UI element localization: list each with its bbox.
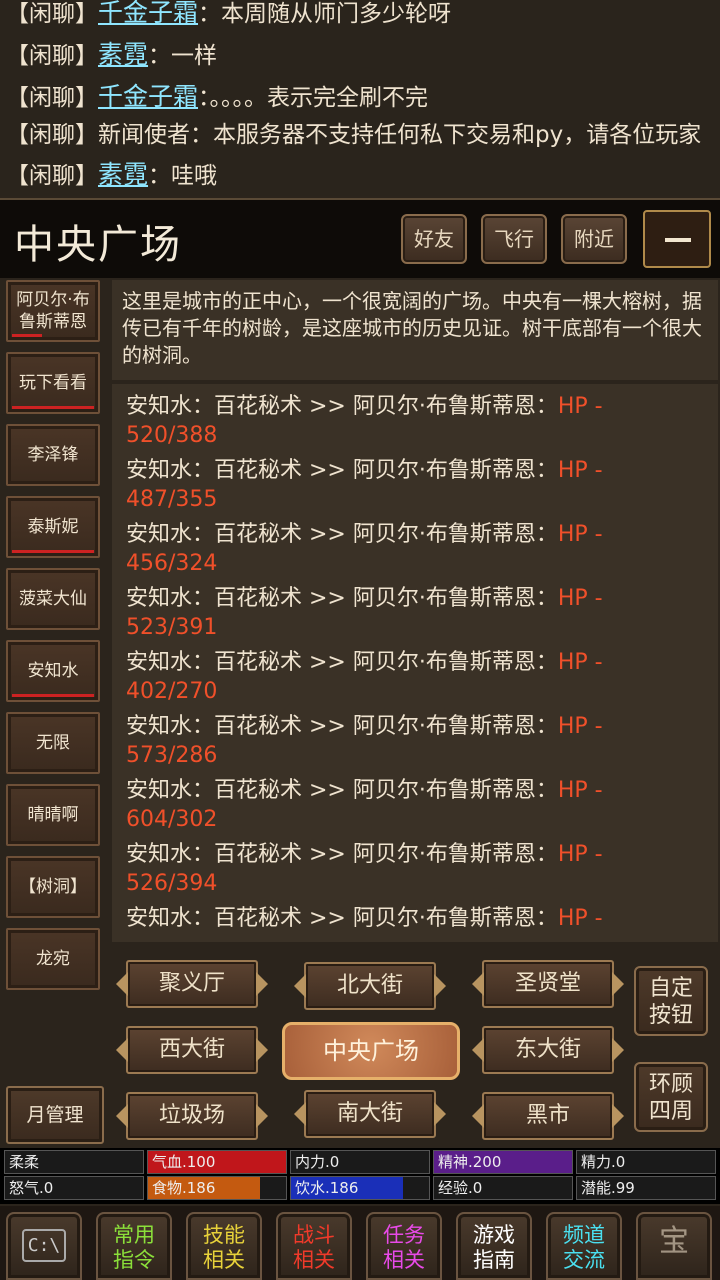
menu-button[interactable]	[643, 210, 711, 268]
stat-jingshen: 精神.200	[433, 1150, 573, 1174]
navigation-map: 聚义厅 北大街 圣贤堂 西大街 中央广场 东大街 垃圾场 南大街 黑市 自定 按钮…	[106, 950, 720, 1146]
player-item[interactable]: 菠菜大仙	[6, 568, 100, 630]
stat-shiwu: 食物.186	[147, 1176, 287, 1200]
nav-shengxiantang[interactable]: 圣贤堂	[482, 960, 614, 1008]
stat-jingli: 精力.0	[576, 1150, 716, 1174]
chat-nickname[interactable]: 素霓	[98, 160, 148, 189]
quests-button[interactable]: 任务 相关	[366, 1212, 442, 1280]
chat-nickname[interactable]: 千金子霜	[98, 0, 198, 27]
nav-south-street[interactable]: 南大街	[304, 1090, 436, 1138]
friends-button[interactable]: 好友	[401, 214, 467, 264]
fly-button[interactable]: 飞行	[481, 214, 547, 264]
hamburger-icon	[665, 238, 691, 242]
look-around-button[interactable]: 环顾 四周	[634, 1062, 708, 1132]
chat-separator: ：	[148, 163, 172, 189]
chat-channel: 【闲聊】	[6, 1, 98, 27]
channels-button[interactable]: 频道 交流	[546, 1212, 622, 1280]
player-hp-bar	[12, 550, 94, 553]
chat-message: 本周随从师门多少轮呀	[221, 1, 452, 27]
log-entry: 安知水：百花秘术 >> 阿贝尔·布鲁斯蒂恩：HP -	[126, 906, 603, 931]
room-title: 中央广场	[14, 222, 182, 268]
stat-neili: 内力.0	[290, 1150, 430, 1174]
chat-channel: 【闲聊】	[6, 43, 98, 69]
chat-channel: 【闲聊】	[6, 163, 98, 189]
stat-qianneng: 潜能.99	[576, 1176, 716, 1200]
player-hp-bar	[12, 334, 42, 337]
room-title-bar: 中央广场 好友 飞行 附近	[0, 198, 720, 278]
chat-separator: ：	[198, 1, 222, 27]
stat-qixue: 气血.100	[147, 1150, 287, 1174]
treasure-icon: 宝	[659, 1224, 689, 1259]
log-entry: 安知水：百花秘术 >> 阿贝尔·布鲁斯蒂恩：HP -523/391	[126, 586, 603, 640]
stat-jingyan: 经验.0	[433, 1176, 573, 1200]
player-item[interactable]: 玩下看看	[6, 352, 100, 414]
terminal-icon: C:\	[21, 1229, 67, 1262]
log-entry: 安知水：百花秘术 >> 阿贝尔·布鲁斯蒂恩：HP -456/324	[126, 522, 603, 576]
stat-yinshui: 饮水.186	[290, 1176, 430, 1200]
player-item[interactable]: 无限	[6, 712, 100, 774]
status-panel: 柔柔 气血.100 内力.0 精神.200 精力.0 怒气.0 食物.186 饮…	[0, 1148, 720, 1204]
chat-line: 【闲聊】千金子霜：。。。。表示完全刷不完	[6, 78, 428, 116]
nav-west-street[interactable]: 西大街	[126, 1026, 258, 1074]
stat-nuqi: 怒气.0	[4, 1176, 144, 1200]
nav-central-square[interactable]: 中央广场	[282, 1022, 460, 1080]
chat-line: 【闲聊】千金子霜：本周随从师门多少轮呀	[6, 0, 451, 32]
chat-message: 哇哦	[171, 163, 218, 189]
chat-line: 【闲聊】素霓：哇哦	[6, 156, 217, 194]
game-guide-button[interactable]: 游戏 指南	[456, 1212, 532, 1280]
custom-button[interactable]: 自定 按钮	[634, 966, 708, 1036]
log-entry: 安知水：百花秘术 >> 阿贝尔·布鲁斯蒂恩：HP -604/302	[126, 778, 603, 832]
chat-line: 【闲聊】新闻使者：本服务器不支持任何私下交易和py，请各位玩家	[6, 116, 701, 154]
log-entry: 安知水：百花秘术 >> 阿贝尔·布鲁斯蒂恩：HP -520/388	[126, 394, 603, 448]
chat-line: 【闲聊】素霓：一样	[6, 36, 217, 74]
player-item[interactable]: 安知水	[6, 640, 100, 702]
player-hp-bar	[12, 406, 94, 409]
player-item[interactable]: 泰斯妮	[6, 496, 100, 558]
nav-east-street[interactable]: 东大街	[482, 1026, 614, 1074]
player-item[interactable]: 龙宛	[6, 928, 100, 990]
nav-black-market[interactable]: 黑市	[482, 1092, 614, 1140]
nav-garbage-dump[interactable]: 垃圾场	[126, 1092, 258, 1140]
room-description-text: 这里是城市的正中心，一个很宽阔的广场。中央有一棵大榕树，据传已有千年的树龄，是这…	[122, 289, 702, 367]
player-item[interactable]: 阿贝尔·布鲁斯蒂恩	[6, 280, 100, 342]
chat-nickname[interactable]: 素霓	[98, 40, 148, 69]
room-description: 这里是城市的正中心，一个很宽阔的广场。中央有一棵大榕树，据传已有千年的树龄，是这…	[112, 280, 718, 380]
bottom-toolbar: C:\ 常用 指令 技能 相关 战斗 相关 任务 相关 游戏 指南 频道 交流 宝	[0, 1206, 720, 1280]
battle-button[interactable]: 战斗 相关	[276, 1212, 352, 1280]
player-item[interactable]: 【树洞】	[6, 856, 100, 918]
log-entry: 安知水：百花秘术 >> 阿贝尔·布鲁斯蒂恩：HP -573/286	[126, 714, 603, 768]
player-item[interactable]: 晴晴啊	[6, 784, 100, 846]
chat-nickname[interactable]: 千金子霜	[98, 82, 198, 111]
chat-separator: ：	[198, 85, 210, 111]
stat-name: 柔柔	[4, 1150, 144, 1174]
nav-north-street[interactable]: 北大街	[304, 962, 436, 1010]
log-entry: 安知水：百花秘术 >> 阿贝尔·布鲁斯蒂恩：HP -487/355	[126, 458, 603, 512]
common-commands-button[interactable]: 常用 指令	[96, 1212, 172, 1280]
nearby-button[interactable]: 附近	[561, 214, 627, 264]
nav-juyiting[interactable]: 聚义厅	[126, 960, 258, 1008]
chat-log[interactable]: 【闲聊】千金子霜：本周随从师门多少轮呀 【闲聊】素霓：一样 【闲聊】千金子霜：。…	[0, 0, 720, 196]
chat-message: 。。。。表示完全刷不完	[209, 85, 429, 111]
skills-button[interactable]: 技能 相关	[186, 1212, 262, 1280]
chat-channel: 【闲聊】	[6, 122, 98, 148]
player-hp-bar	[12, 694, 94, 697]
battle-log[interactable]: 安知水：百花秘术 >> 阿贝尔·布鲁斯蒂恩：HP -520/388 安知水：百花…	[112, 384, 718, 942]
chat-channel: 【闲聊】	[6, 85, 98, 111]
log-entry: 安知水：百花秘术 >> 阿贝尔·布鲁斯蒂恩：HP -402/270	[126, 650, 603, 704]
treasure-button[interactable]: 宝	[636, 1212, 712, 1280]
chat-message: 新闻使者：本服务器不支持任何私下交易和py，请各位玩家	[98, 122, 702, 148]
terminal-button[interactable]: C:\	[6, 1212, 82, 1280]
chat-separator: ：	[148, 43, 172, 69]
player-item[interactable]: 李泽锋	[6, 424, 100, 486]
month-manage-button[interactable]: 月管理	[6, 1086, 104, 1144]
log-entry: 安知水：百花秘术 >> 阿贝尔·布鲁斯蒂恩：HP -526/394	[126, 842, 603, 896]
chat-message: 一样	[171, 43, 218, 69]
